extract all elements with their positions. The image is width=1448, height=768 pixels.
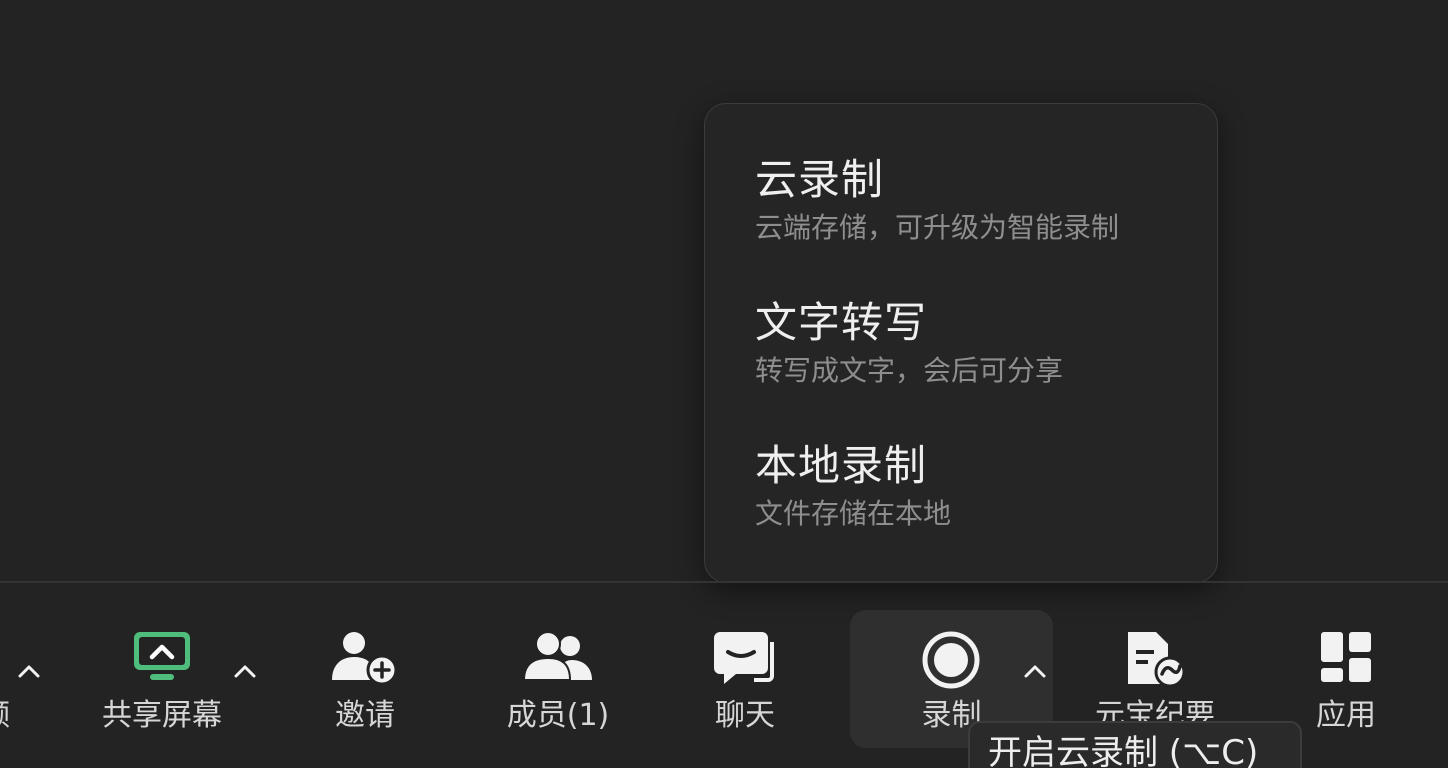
menu-item-local-record[interactable]: 本地录制 文件存储在本地 <box>755 440 1197 532</box>
add-user-icon <box>332 632 398 686</box>
record-options-caret[interactable] <box>1022 660 1048 682</box>
menu-item-transcription[interactable]: 文字转写 转写成文字，会后可分享 <box>755 297 1197 389</box>
chat-button[interactable]: 聊天 <box>690 610 800 748</box>
video-options-caret[interactable] <box>16 660 42 682</box>
menu-item-cloud-record[interactable]: 云录制 云端存储，可升级为智能录制 <box>755 154 1197 246</box>
apps-label: 应用 <box>1316 698 1376 733</box>
share-screen-button[interactable]: 共享屏幕 <box>92 610 232 748</box>
members-label: 成员(1) <box>506 698 610 733</box>
members-button[interactable]: 成员(1) <box>490 610 626 748</box>
record-options-menu: 云录制 云端存储，可升级为智能录制 文字转写 转写成文字，会后可分享 本地录制 … <box>704 103 1218 583</box>
record-tooltip: 开启云录制 (⌥C) <box>968 721 1302 768</box>
chevron-up-icon <box>234 665 256 678</box>
invite-label: 邀请 <box>335 698 395 733</box>
menu-item-title: 本地录制 <box>755 441 928 490</box>
chat-label: 聊天 <box>715 698 775 733</box>
toolbar-divider <box>0 581 1448 583</box>
share-screen-label: 共享屏幕 <box>102 698 222 733</box>
meeting-window: 云录制 云端存储，可升级为智能录制 文字转写 转写成文字，会后可分享 本地录制 … <box>0 0 1448 768</box>
users-icon <box>522 631 592 681</box>
menu-item-description: 转写成文字，会后可分享 <box>755 354 1064 387</box>
apps-button[interactable]: 应用 <box>1300 610 1392 748</box>
chevron-up-icon <box>1024 665 1046 678</box>
menu-item-description: 云端存储，可升级为智能录制 <box>755 211 1120 244</box>
grid-apps-icon <box>1321 632 1371 682</box>
document-ai-icon <box>1128 632 1186 688</box>
menu-item-description: 文件存储在本地 <box>755 497 952 530</box>
chat-bubble-icon <box>714 632 774 684</box>
video-label: 频 <box>0 696 10 736</box>
monitor-share-icon <box>134 632 190 680</box>
chevron-up-icon <box>18 665 40 678</box>
share-options-caret[interactable] <box>232 660 258 682</box>
invite-button[interactable]: 邀请 <box>310 610 420 748</box>
menu-item-title: 云录制 <box>755 155 885 204</box>
record-circle-icon <box>922 631 980 689</box>
video-button[interactable]: 频 <box>0 610 10 748</box>
menu-item-title: 文字转写 <box>755 298 928 347</box>
